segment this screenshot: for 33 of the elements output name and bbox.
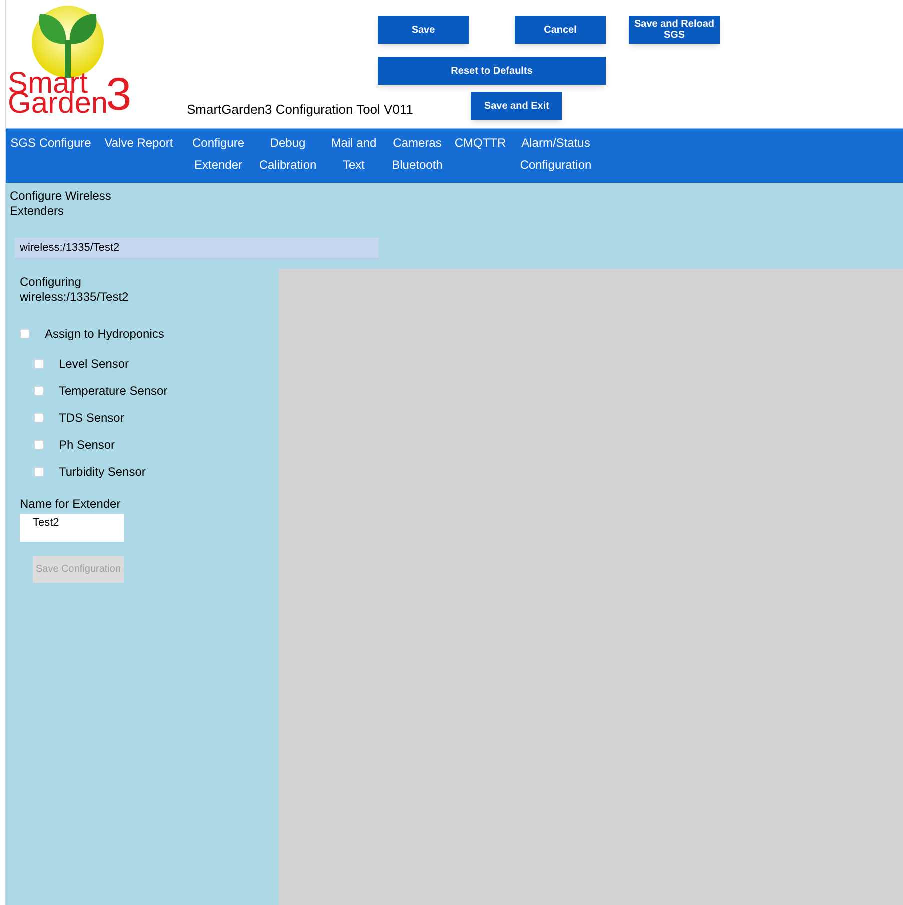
nav-tab[interactable]: Configure Extender (184, 132, 253, 176)
checkbox[interactable] (34, 386, 44, 396)
checkbox-label: Temperature Sensor (59, 382, 168, 400)
checkbox[interactable] (34, 440, 44, 450)
cancel-button[interactable]: Cancel (515, 16, 606, 44)
nav-tab[interactable]: Debug Calibration (253, 132, 323, 176)
configuring-label: Configuring wireless:/1335/Test2 (20, 275, 130, 305)
nav-tab[interactable]: Mail and Text (323, 132, 385, 176)
name-label: Name for Extender (20, 496, 122, 513)
checkbox-label: Ph Sensor (59, 436, 116, 454)
checkbox-label: Level Sensor (59, 356, 130, 372)
save-and-exit-button[interactable]: Save and Exit (471, 92, 562, 120)
nav-tab[interactable]: Alarm/Status Configuration (511, 132, 601, 176)
logo-digit: 3 (106, 74, 132, 114)
nav-tab[interactable]: SGS Configure (8, 132, 94, 154)
checkbox[interactable] (34, 358, 44, 368)
nav-tab[interactable]: CMQTTR (450, 132, 511, 154)
checkbox-label: Assign to Hydroponics (45, 326, 164, 342)
save-button[interactable]: Save (378, 16, 469, 44)
extender-list-item[interactable]: wireless:/1335/Test2 (15, 238, 379, 260)
checkbox-label: TDS Sensor (59, 410, 124, 426)
nav-tab[interactable]: Valve Report (94, 132, 184, 154)
checkbox-label: Turbidity Sensor (59, 464, 146, 480)
save-and-reload-button[interactable]: Save and Reload SGS (629, 16, 720, 44)
nav-tab[interactable]: Cameras Bluetooth (385, 132, 450, 176)
extender-name-field[interactable]: Test2 (20, 514, 124, 542)
app-title: SmartGarden3 Configuration Tool V011 (187, 100, 414, 119)
logo-text: Smart (8, 74, 88, 94)
checkbox[interactable] (34, 412, 44, 422)
checkbox[interactable] (34, 466, 44, 476)
section-title: Configure Wireless Extenders (10, 189, 112, 219)
checkbox[interactable] (20, 328, 30, 338)
reset-button[interactable]: Reset to Defaults (378, 57, 606, 85)
